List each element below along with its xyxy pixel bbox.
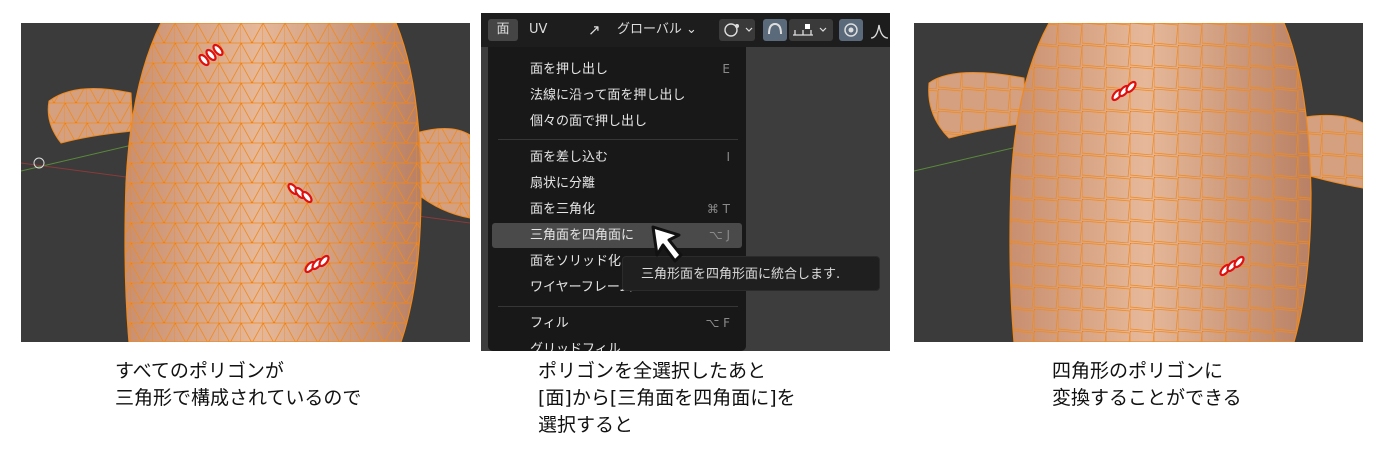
- triangulated-mesh-render: [21, 23, 470, 342]
- menu-item-label: 面を押し出し: [530, 62, 609, 77]
- menu-item-shortcut: ⌘ T: [706, 202, 730, 216]
- menu-item-inset-faces[interactable]: 面を差し込む I: [492, 145, 742, 170]
- menu-item-fill[interactable]: フィル ⌥ F: [492, 311, 742, 336]
- menu-uv[interactable]: UV: [529, 19, 547, 41]
- menu-item-poke-faces[interactable]: 扇状に分離: [492, 171, 742, 196]
- proportional-editing-toggle[interactable]: [839, 19, 863, 41]
- menu-item-shortcut: ⌥ J: [708, 228, 730, 242]
- viewport-after: [914, 23, 1363, 342]
- caption-instruction: ポリゴンを全選択したあと [面]から[三角面を四角面に]を 選択すると: [538, 360, 796, 436]
- menu-item-label: 面を差し込む: [530, 150, 609, 165]
- transform-orientation-icon: ↗: [588, 21, 601, 39]
- menu-item-tris-to-quads[interactable]: 三角面を四角面に ⌥ J: [492, 223, 742, 248]
- menu-item-label: グリッドフィル: [530, 342, 621, 351]
- magnet-icon: [768, 22, 782, 35]
- caption-after: 四角形のポリゴンに 変換することができる: [1052, 360, 1242, 409]
- menu-item-label: 扇状に分離: [530, 176, 596, 191]
- menu-item-triangulate-faces[interactable]: 面を三角化 ⌘ T: [492, 197, 742, 222]
- menu-item-extrude-individual[interactable]: 個々の面で押し出し: [492, 109, 742, 134]
- transform-orientation-dropdown[interactable]: グローバル ⌄: [617, 19, 697, 41]
- mouse-cursor-icon: [651, 225, 683, 263]
- menu-face[interactable]: 面: [488, 19, 518, 41]
- snap-toggle[interactable]: [763, 19, 787, 41]
- menu-divider: [498, 139, 738, 140]
- menu-item-label: 三角面を四角面に: [530, 228, 635, 243]
- menu-item-grid-fill[interactable]: グリッドフィル: [492, 337, 742, 351]
- header-bar: 面 UV ↗ グローバル ⌄: [481, 13, 890, 47]
- menu-item-extrude-along-normals[interactable]: 法線に沿って面を押し出し: [492, 83, 742, 108]
- snap-target-dropdown[interactable]: [789, 19, 833, 41]
- menu-divider: [498, 306, 738, 307]
- transform-orientation-label: グローバル: [617, 22, 682, 37]
- menu-item-label: ワイヤーフレーム: [530, 280, 633, 295]
- pivot-point-button[interactable]: [719, 19, 755, 41]
- pivot-point-icon: [724, 23, 753, 37]
- proportional-edit-icon: [844, 23, 858, 37]
- menu-item-shortcut: I: [726, 150, 730, 164]
- face-menu-dropdown: 面を押し出し E 法線に沿って面を押し出し 個々の面で押し出し 面を差し込む I 扇…: [488, 47, 746, 351]
- quad-mesh-render: [914, 23, 1363, 342]
- menu-item-label: フィル: [530, 316, 569, 331]
- menu-item-shortcut: E: [722, 62, 730, 76]
- snap-increment-icon: [793, 24, 827, 36]
- caption-before: すべてのポリゴンが 三角形で構成されているので: [115, 360, 362, 409]
- viewport-before: [21, 23, 470, 342]
- menu-item-shortcut: ⌥ F: [705, 316, 730, 330]
- menu-item-label: 面を三角化: [530, 202, 596, 217]
- menu-item-label: 面をソリッド化: [530, 254, 622, 269]
- falloff-curve-icon[interactable]: [869, 19, 890, 41]
- menu-item-label: 法線に沿って面を押し出し: [530, 88, 686, 103]
- blender-editor: 面 UV ↗ グローバル ⌄ 面を押し出し E 法線に沿って面を押し出し 個々の面…: [481, 13, 890, 351]
- menu-item-label: 個々の面で押し出し: [530, 114, 648, 129]
- menu-item-extrude-faces[interactable]: 面を押し出し E: [492, 57, 742, 82]
- chevron-down-icon: ⌄: [686, 22, 697, 37]
